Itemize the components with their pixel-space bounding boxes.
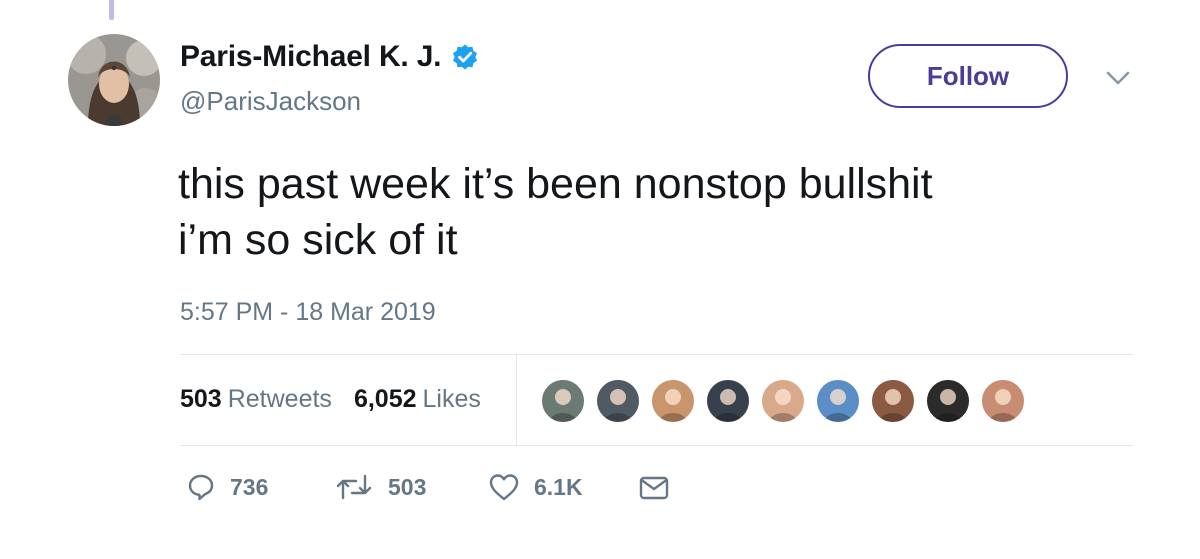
author-name-row: Paris-Michael K. J.: [180, 40, 479, 74]
likes-label: Likes: [422, 385, 481, 413]
tweet-timestamp[interactable]: 5:57 PM - 18 Mar 2019: [180, 298, 436, 327]
like-count: 6.1K: [534, 473, 583, 500]
liker-avatar-7[interactable]: [870, 378, 916, 424]
retweet-action[interactable]: 503: [334, 472, 426, 502]
retweet-count: 503: [388, 473, 427, 500]
like-action[interactable]: 6.1K: [488, 472, 583, 502]
liker-avatar-3[interactable]: [650, 378, 696, 424]
retweet-icon: [336, 474, 372, 500]
liker-avatar-9[interactable]: [980, 378, 1026, 424]
liker-avatar-4[interactable]: [705, 378, 751, 424]
heart-icon: [489, 474, 519, 501]
retweets-stat[interactable]: 503 Retweets: [180, 385, 332, 414]
reply-action[interactable]: 736: [186, 472, 268, 502]
follow-button[interactable]: Follow: [868, 44, 1068, 108]
liker-avatar-5[interactable]: [760, 378, 806, 424]
stats-divider-top: [180, 354, 1133, 355]
stats-divider-bottom: [180, 445, 1133, 446]
liker-avatar-6[interactable]: [815, 378, 861, 424]
envelope-icon: [639, 476, 669, 500]
liker-avatar-2[interactable]: [595, 378, 641, 424]
liker-avatar-1[interactable]: [540, 378, 586, 424]
liker-avatar-8[interactable]: [925, 378, 971, 424]
reply-icon: [188, 474, 214, 501]
chevron-down-icon[interactable]: [1104, 68, 1132, 88]
author-handle[interactable]: @ParisJackson: [180, 86, 361, 117]
engagement-stats: 503 Retweets 6,052 Likes: [180, 385, 503, 414]
thread-connector-line: [109, 0, 114, 20]
author-avatar[interactable]: [68, 34, 160, 126]
tweet-text: this past week it’s been nonstop bullshi…: [178, 156, 1168, 268]
reply-count: 736: [230, 473, 269, 500]
author-display-name[interactable]: Paris-Michael K. J.: [180, 40, 442, 74]
retweets-count: 503: [180, 385, 222, 413]
tweet-text-line-2: i’m so sick of it: [178, 216, 458, 264]
likes-count: 6,052: [353, 385, 417, 413]
direct-message-action[interactable]: [638, 472, 684, 502]
stats-divider-vertical: [516, 354, 517, 445]
likes-stat[interactable]: 6,052 Likes: [354, 385, 481, 414]
verified-badge-icon: [453, 44, 478, 70]
tweet-text-line-1: this past week it’s been nonstop bullshi…: [178, 160, 933, 208]
profile-photo-icon: [68, 34, 160, 126]
retweets-label: Retweets: [227, 385, 332, 413]
